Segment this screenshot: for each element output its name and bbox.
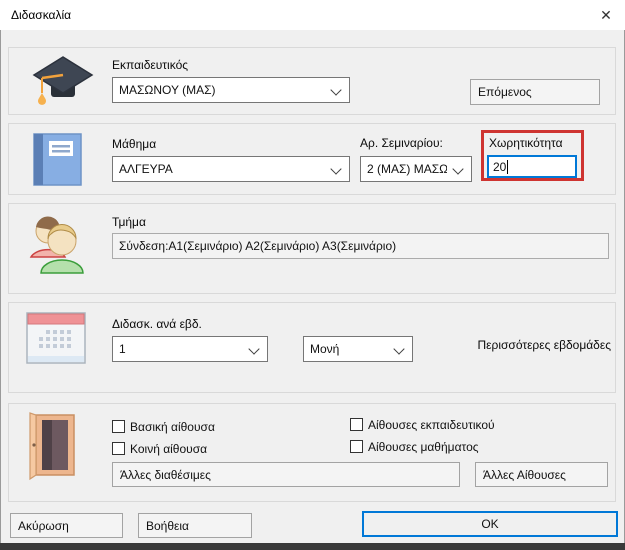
chevron-down-icon xyxy=(248,343,259,354)
week-type-value: Μονή xyxy=(310,342,339,356)
class-label: Τμήμα xyxy=(112,215,146,229)
teacher-label: Εκπαιδευτικός xyxy=(112,58,188,72)
checkbox-shared-room-label: Κοινή αίθουσα xyxy=(130,442,207,456)
checkbox-icon[interactable] xyxy=(112,442,125,455)
seminar-number-dropdown[interactable]: 2 (ΜΑΣ) ΜΑΣΩΝΟ xyxy=(360,156,472,182)
text-caret xyxy=(507,160,508,174)
other-available-rooms-button[interactable]: Άλλες διαθέσιμες xyxy=(112,462,460,487)
checkbox-lesson-rooms-label: Αίθουσες μαθήματος xyxy=(368,440,479,454)
students-icon xyxy=(24,211,90,277)
chevron-down-icon xyxy=(330,163,341,174)
seminar-number-label: Αρ. Σεμιναρίου: xyxy=(360,136,443,150)
capacity-input[interactable]: 20 xyxy=(487,155,577,178)
next-teacher-button[interactable]: Επόμενος xyxy=(470,79,600,105)
teacher-dropdown[interactable]: ΜΑΣΩΝΟΥ (ΜΑΣ) xyxy=(112,77,350,103)
chevron-down-icon xyxy=(393,343,404,354)
checkbox-teacher-rooms[interactable]: Αίθουσες εκπαιδευτικού xyxy=(350,417,495,432)
next-teacher-button-label: Επόμενος xyxy=(478,85,532,99)
ok-button[interactable]: OK xyxy=(362,511,618,537)
capacity-label: Χωρητικότητα xyxy=(489,136,563,150)
class-connection-field: Σύνδεση:Α1(Σεμινάριο) Α2(Σεμινάριο) Α3(Σ… xyxy=(112,233,609,259)
more-weeks-label[interactable]: Περισσότερες εβδομάδες xyxy=(478,338,611,352)
teacher-dropdown-value: ΜΑΣΩΝΟΥ (ΜΑΣ) xyxy=(119,83,216,97)
door-icon xyxy=(28,411,78,481)
other-available-rooms-label: Άλλες διαθέσιμες xyxy=(120,468,211,482)
periods-per-week-label: Διδασκ. ανά εβδ. xyxy=(112,317,202,331)
checkbox-icon[interactable] xyxy=(350,418,363,431)
background-window-edge xyxy=(0,543,625,550)
calendar-icon xyxy=(26,312,86,364)
help-button-label: Βοήθεια xyxy=(146,519,189,533)
class-connection-value: Σύνδεση:Α1(Σεμινάριο) Α2(Σεμινάριο) Α3(Σ… xyxy=(119,239,396,253)
periods-count-dropdown[interactable]: 1 xyxy=(112,336,268,362)
capacity-input-value: 20 xyxy=(493,160,506,174)
other-rooms-label: Άλλες Αίθουσες xyxy=(483,468,566,482)
rooms-groupbox xyxy=(8,403,616,502)
checkbox-main-room-label: Βασική αίθουσα xyxy=(130,420,215,434)
periods-count-value: 1 xyxy=(119,342,126,356)
close-icon[interactable]: ✕ xyxy=(595,5,617,25)
graduation-cap-icon xyxy=(28,55,96,107)
dialog-title: Διδασκαλία xyxy=(11,8,71,22)
ok-button-label: OK xyxy=(481,517,498,531)
seminar-number-dropdown-value: 2 (ΜΑΣ) ΜΑΣΩΝΟ xyxy=(367,162,447,176)
other-rooms-button[interactable]: Άλλες Αίθουσες xyxy=(475,462,608,487)
help-button[interactable]: Βοήθεια xyxy=(138,513,252,538)
lesson-dropdown-value: ΑΛΓΕΥΡΑ xyxy=(119,162,173,176)
checkbox-icon[interactable] xyxy=(112,420,125,433)
checkbox-shared-room[interactable]: Κοινή αίθουσα xyxy=(112,441,207,456)
checkbox-main-room[interactable]: Βασική αίθουσα xyxy=(112,419,215,434)
lesson-label: Μάθημα xyxy=(112,137,156,151)
chevron-down-icon xyxy=(330,84,341,95)
lesson-dropdown[interactable]: ΑΛΓΕΥΡΑ xyxy=(112,156,350,182)
book-icon xyxy=(33,133,83,187)
cancel-button[interactable]: Ακύρωση xyxy=(10,513,123,538)
title-bar: Διδασκαλία ✕ xyxy=(0,0,625,30)
week-type-dropdown[interactable]: Μονή xyxy=(303,336,413,362)
checkbox-icon[interactable] xyxy=(350,440,363,453)
chevron-down-icon xyxy=(452,163,463,174)
checkbox-lesson-rooms[interactable]: Αίθουσες μαθήματος xyxy=(350,439,479,454)
checkbox-teacher-rooms-label: Αίθουσες εκπαιδευτικού xyxy=(368,418,495,432)
cancel-button-label: Ακύρωση xyxy=(18,519,69,533)
